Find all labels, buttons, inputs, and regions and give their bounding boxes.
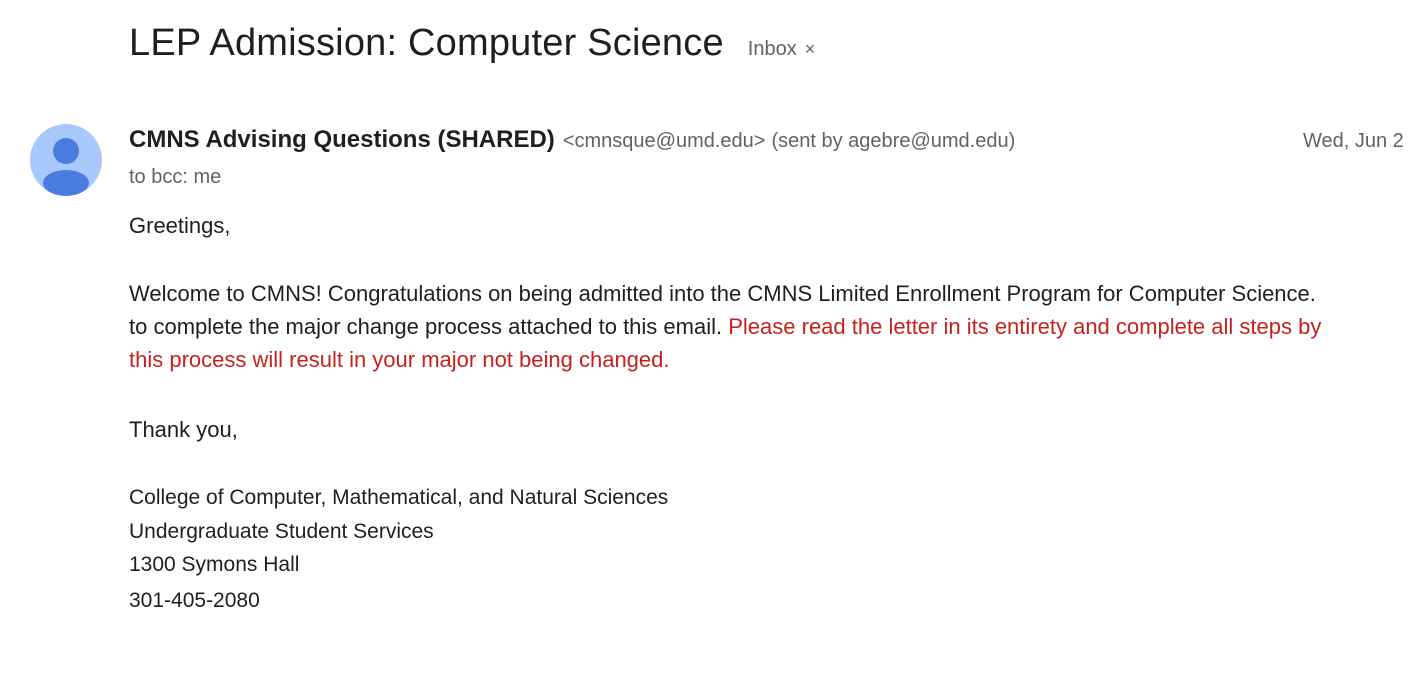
sender-name[interactable]: CMNS Advising Questions (SHARED) — [129, 126, 555, 154]
email-date: Wed, Jun 2 — [1303, 130, 1404, 152]
inbox-label-chip[interactable]: Inbox × — [748, 38, 815, 61]
signature-dept: Undergraduate Student Services — [129, 520, 434, 543]
signature-address: 1300 Symons Hall — [129, 553, 300, 576]
sender-avatar[interactable] — [30, 124, 102, 196]
sender-row: CMNS Advising Questions (SHARED) <cmnsqu… — [129, 126, 1015, 154]
greeting-line: Greetings, — [129, 213, 231, 238]
body-line-1: Welcome to CMNS! Congratulations on bein… — [129, 281, 1316, 306]
inbox-label-text[interactable]: Inbox — [748, 38, 797, 61]
person-avatar-icon — [43, 138, 89, 196]
sent-by-note: (sent by agebre@umd.edu) — [771, 130, 1016, 152]
body-line-2-plain: to complete the major change process att… — [129, 314, 723, 339]
body-line-2: to complete the major change process att… — [129, 310, 1321, 343]
body-line-2-warning: Please read the letter in its entirety a… — [728, 314, 1322, 339]
closing-line: Thank you, — [129, 417, 238, 442]
signature-org: College of Computer, Mathematical, and N… — [129, 486, 669, 509]
signature-phone: 301-405-2080 — [129, 589, 260, 612]
body-line-3-warning: this process will result in your major n… — [129, 347, 670, 372]
email-subject: LEP Admission: Computer Science — [129, 22, 724, 64]
close-icon[interactable]: × — [805, 39, 816, 60]
email-subject-row: LEP Admission: Computer Science Inbox × — [129, 22, 815, 65]
sender-email: <cmnsque@umd.edu> — [562, 130, 766, 152]
recipients-line[interactable]: to bcc: me — [129, 166, 221, 189]
